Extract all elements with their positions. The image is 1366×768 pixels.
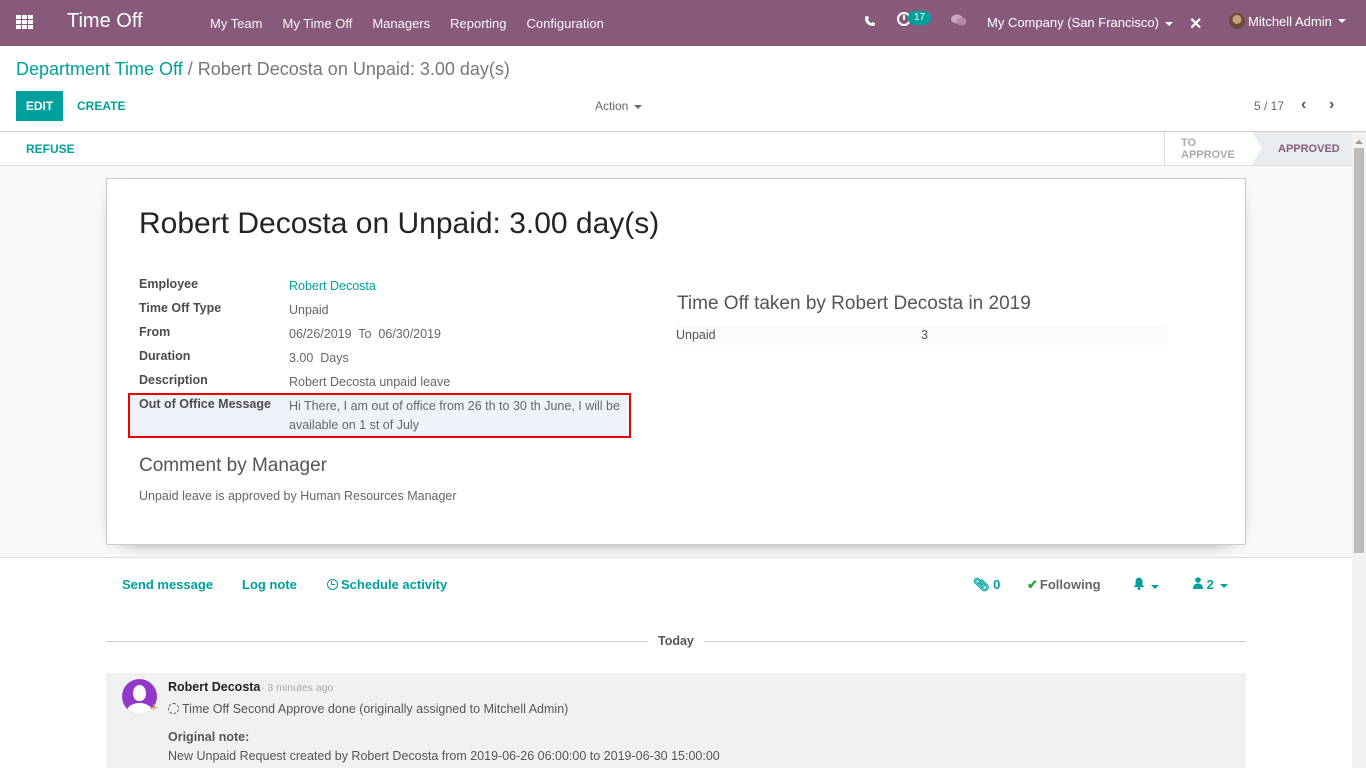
gear-icon (168, 703, 179, 714)
separator-line (106, 641, 648, 642)
scroll-up-arrow-icon[interactable] (1355, 140, 1363, 144)
check-icon: ✔ (1027, 577, 1038, 592)
manager-comment: Unpaid leave is approved by Human Resour… (139, 489, 457, 503)
menu-managers[interactable]: Managers (362, 16, 440, 31)
comment-section-title: Comment by Manager (139, 455, 327, 476)
debug-tools-icon[interactable]: ✕ (1189, 14, 1202, 34)
pager-value[interactable]: 5 / 17 (1254, 99, 1284, 113)
message-body: Time Off Second Approve done (originally… (168, 702, 568, 716)
date-separator-label: Today (658, 634, 694, 648)
action-dropdown[interactable]: Action (595, 99, 643, 113)
summary-row: Unpaid 3 (675, 325, 1167, 345)
control-panel: Department Time Off / Robert Decosta on Un… (0, 46, 1366, 132)
status-stages: TO APPROVE APPROVED (1164, 132, 1352, 165)
field-value: Unpaid (289, 303, 329, 317)
summary-title: Time Off taken by Robert Decosta in 2019 (677, 293, 1031, 314)
app-title[interactable]: Time Off (67, 10, 143, 33)
log-note-button[interactable]: Log note (242, 577, 297, 592)
notifications-dropdown[interactable] (1133, 577, 1159, 593)
menu-my-time-off[interactable]: My Time Off (273, 16, 363, 31)
message-note: New Unpaid Request created by Robert Dec… (168, 749, 720, 763)
followers-count: 2 (1206, 577, 1214, 592)
followers-dropdown[interactable]: 2 (1193, 577, 1228, 592)
user-menu[interactable]: Mitchell Admin (1229, 13, 1346, 29)
breadcrumb-current: Robert Decosta on Unpaid: 3.00 day(s) (197, 59, 510, 79)
caret-down-icon (634, 104, 643, 109)
field-value: Hi There, I am out of office from 26 th … (289, 399, 620, 432)
company-name: My Company (San Francisco) (987, 15, 1159, 30)
separator-line (704, 641, 1246, 642)
message-author[interactable]: Robert Decosta (168, 680, 260, 694)
record-title: Robert Decosta on Unpaid: 3.00 day(s) (139, 207, 660, 240)
breadcrumb-separator: / (187, 59, 193, 79)
chatter: Send message Log note Schedule activity … (0, 557, 1352, 768)
send-message-button[interactable]: Send message (122, 577, 213, 592)
apps-menu-icon[interactable] (16, 15, 33, 30)
caret-down-icon (1337, 19, 1346, 23)
refuse-button[interactable]: REFUSE (26, 142, 75, 156)
field-label: Time Off Type (139, 301, 222, 315)
create-button[interactable]: CREATE (77, 99, 125, 113)
caret-down-icon (1219, 583, 1228, 588)
pager-next-icon[interactable]: › (1329, 96, 1334, 114)
field-label: Description (139, 373, 208, 387)
vertical-scrollbar[interactable] (1352, 132, 1366, 768)
pager-previous-icon[interactable]: ‹ (1301, 96, 1306, 114)
message-text: Time Off Second Approve done (originally… (182, 702, 569, 716)
field-value: 06/26/2019 To 06/30/2019 (289, 327, 441, 341)
company-switcher[interactable]: My Company (San Francisco) (987, 15, 1173, 30)
following-label: Following (1039, 577, 1101, 592)
bell-icon (1133, 577, 1145, 593)
breadcrumb: Department Time Off / Robert Decosta on Un… (16, 59, 510, 80)
action-label: Action (595, 99, 629, 113)
chatter-message: ✈ Robert Decosta - 3 minutes ago Time Of… (106, 673, 1246, 768)
form-sheet: Robert Decosta on Unpaid: 3.00 day(s) Em… (106, 178, 1246, 545)
date-separator: Today (106, 634, 1246, 648)
schedule-activity-label: Schedule activity (341, 577, 448, 592)
schedule-activity-button[interactable]: Schedule activity (327, 577, 447, 592)
field-label: From (139, 325, 171, 339)
caret-down-icon (1164, 21, 1173, 26)
field-value: 3.00 Days (289, 351, 349, 365)
top-navbar: Time Off My Team My Time Off Managers Re… (0, 0, 1366, 46)
message-note-label: Original note: (168, 730, 250, 744)
menu-configuration[interactable]: Configuration (517, 16, 614, 31)
message-date: - 3 minutes ago (261, 682, 334, 694)
summary-type: Unpaid (676, 328, 716, 342)
plane-icon: ✈ (150, 703, 159, 714)
field-label: Out of Office Message (139, 397, 271, 411)
messaging-icon[interactable] (951, 14, 967, 26)
clock-icon (327, 579, 338, 590)
stage-to-approve[interactable]: TO APPROVE (1164, 132, 1252, 165)
stage-approved[interactable]: APPROVED (1252, 132, 1352, 165)
user-icon (1193, 577, 1203, 592)
edit-button[interactable]: EDIT (16, 91, 63, 121)
menu-my-team[interactable]: My Team (200, 16, 273, 31)
phone-icon[interactable] (864, 14, 876, 30)
form-statusbar: REFUSE TO APPROVE APPROVED (0, 132, 1352, 166)
following-button[interactable]: ✔ Following (1027, 577, 1101, 593)
field-label: Employee (139, 277, 199, 291)
activity-count-badge: 17 (908, 11, 932, 25)
attachments-count: 0 (993, 577, 1001, 592)
field-label: Duration (139, 349, 191, 363)
scroll-thumb[interactable] (1354, 148, 1364, 553)
employee-link[interactable]: Robert Decosta (289, 277, 629, 296)
menu-reporting[interactable]: Reporting (440, 16, 516, 31)
caret-down-icon (1151, 584, 1159, 589)
field-value: Robert Decosta unpaid leave (289, 375, 451, 389)
attachments-button[interactable]: 📎︎ 0 (973, 577, 1000, 593)
main-menu: My Team My Time Off Managers Reporting C… (200, 0, 614, 46)
user-avatar (1229, 13, 1245, 29)
breadcrumb-parent[interactable]: Department Time Off (16, 59, 183, 79)
summary-value: 3 (921, 328, 928, 342)
paperclip-icon: 📎︎ (973, 577, 990, 592)
user-name: Mitchell Admin (1248, 13, 1332, 29)
